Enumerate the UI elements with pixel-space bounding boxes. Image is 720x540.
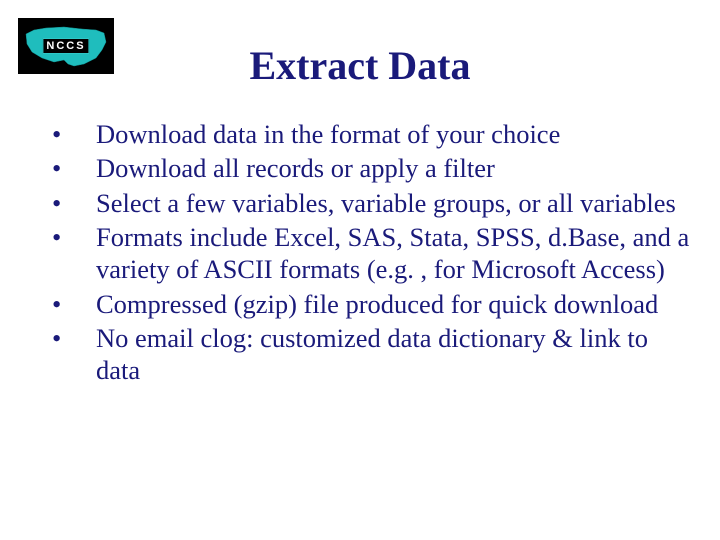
bullet-text: Download data in the format of your choi… (96, 118, 690, 150)
slide: NCCS Extract Data • Download data in the… (0, 0, 720, 540)
bullet-list: • Download data in the format of your ch… (46, 118, 690, 387)
bullet-dot-icon: • (46, 118, 96, 150)
bullet-text: Select a few variables, variable groups,… (96, 187, 690, 219)
slide-title: Extract Data (0, 42, 720, 89)
list-item: • Select a few variables, variable group… (46, 187, 690, 219)
bullet-dot-icon: • (46, 152, 96, 184)
bullet-text: No email clog: customized data dictionar… (96, 322, 690, 387)
list-item: • No email clog: customized data diction… (46, 322, 690, 387)
slide-body: • Download data in the format of your ch… (46, 118, 690, 389)
bullet-text: Download all records or apply a filter (96, 152, 690, 184)
bullet-text: Formats include Excel, SAS, Stata, SPSS,… (96, 221, 690, 286)
bullet-dot-icon: • (46, 288, 96, 320)
list-item: • Download all records or apply a filter (46, 152, 690, 184)
bullet-text: Compressed (gzip) file produced for quic… (96, 288, 690, 320)
bullet-dot-icon: • (46, 221, 96, 253)
bullet-dot-icon: • (46, 322, 96, 354)
list-item: • Download data in the format of your ch… (46, 118, 690, 150)
list-item: • Compressed (gzip) file produced for qu… (46, 288, 690, 320)
bullet-dot-icon: • (46, 187, 96, 219)
list-item: • Formats include Excel, SAS, Stata, SPS… (46, 221, 690, 286)
